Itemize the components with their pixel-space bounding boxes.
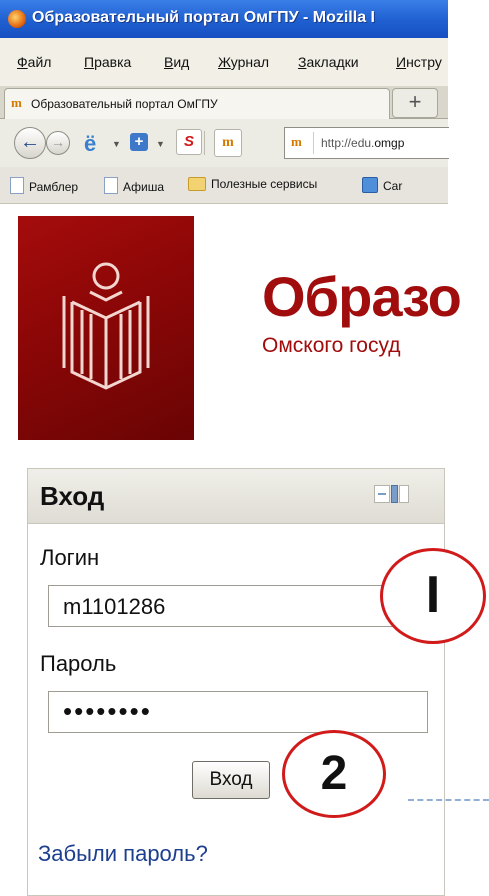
moodle-favicon-icon: m <box>11 95 22 110</box>
password-field[interactable]: •••••••• <box>48 691 428 733</box>
page-icon <box>10 177 24 194</box>
bookmark-rambler[interactable]: Рамблер <box>10 177 78 194</box>
add-icon[interactable]: + <box>130 133 148 151</box>
back-button[interactable]: ← <box>14 127 46 159</box>
login-heading: Вход <box>40 481 105 511</box>
bookmark-afisha[interactable]: Афиша <box>104 177 164 194</box>
folder-icon <box>188 177 206 191</box>
login-block-header: Вход <box>28 469 444 524</box>
toolbar-separator <box>204 131 205 155</box>
dashed-divider <box>408 799 489 801</box>
bookmark-useful-services[interactable]: Полезные сервисы <box>188 177 317 191</box>
firefox-icon <box>8 10 26 28</box>
bookmark-car[interactable]: Car <box>362 177 402 193</box>
forgot-password-link[interactable]: Забыли пароль? <box>38 841 208 867</box>
callout-step-1: I <box>380 548 486 644</box>
menu-edit[interactable]: Правка <box>84 54 131 70</box>
address-url[interactable]: http://edu.omgp <box>321 136 404 150</box>
menu-file[interactable]: Файл <box>17 54 51 70</box>
chevron-down-icon[interactable]: ▼ <box>156 139 165 149</box>
menu-bookmarks[interactable]: Закладки <box>298 54 359 70</box>
tab-label: Образовательный портал ОмГПУ <box>31 97 218 111</box>
window-title: Образовательный портал ОмГПУ - Mozilla I <box>32 9 375 26</box>
menu-bar: Файл Правка Вид Журнал Закладки Инстру <box>0 38 448 86</box>
window-title-bar: Образовательный портал ОмГПУ - Mozilla I <box>0 0 448 38</box>
new-tab-button[interactable]: + <box>392 88 438 118</box>
chevron-down-icon[interactable]: ▼ <box>112 139 121 149</box>
book-figure-icon <box>62 262 150 390</box>
forward-button[interactable]: → <box>46 131 70 155</box>
menu-tools[interactable]: Инстру <box>396 54 442 70</box>
yandex-e-icon[interactable]: ё <box>84 131 96 157</box>
callout-step-2: 2 <box>282 730 386 818</box>
university-logo <box>18 216 194 440</box>
login-field[interactable]: m1101286 <box>48 585 428 627</box>
navigation-toolbar: ← → ё ▼ + ▼ S m m http://edu.omgp <box>0 119 449 167</box>
page-subtitle: Омского госуд <box>262 334 401 357</box>
search-page-icon <box>362 177 378 193</box>
address-separator <box>313 132 314 154</box>
menu-history[interactable]: Журнал <box>218 54 269 70</box>
login-block: Вход Логин m1101286 Пароль •••••••• Вход… <box>27 468 445 896</box>
tab-strip: m Образовательный портал ОмГПУ + <box>0 86 448 119</box>
home-favicon-icon[interactable]: m <box>214 129 242 157</box>
site-favicon-icon: m <box>291 134 302 149</box>
bookmarks-toolbar: Рамблер Афиша Полезные сервисы Car <box>0 167 448 204</box>
s-toolbar-icon[interactable]: S <box>176 129 202 155</box>
password-label: Пароль <box>40 651 117 676</box>
login-submit-button[interactable]: Вход <box>192 761 270 799</box>
menu-view[interactable]: Вид <box>164 54 189 70</box>
page-icon <box>104 177 118 194</box>
page-title: Образо <box>262 265 462 328</box>
tab-portal[interactable]: m Образовательный портал ОмГПУ <box>4 88 390 119</box>
login-label: Логин <box>40 545 100 570</box>
dock-block-icon[interactable] <box>374 485 410 503</box>
address-bar[interactable]: m http://edu.omgp <box>284 127 449 159</box>
